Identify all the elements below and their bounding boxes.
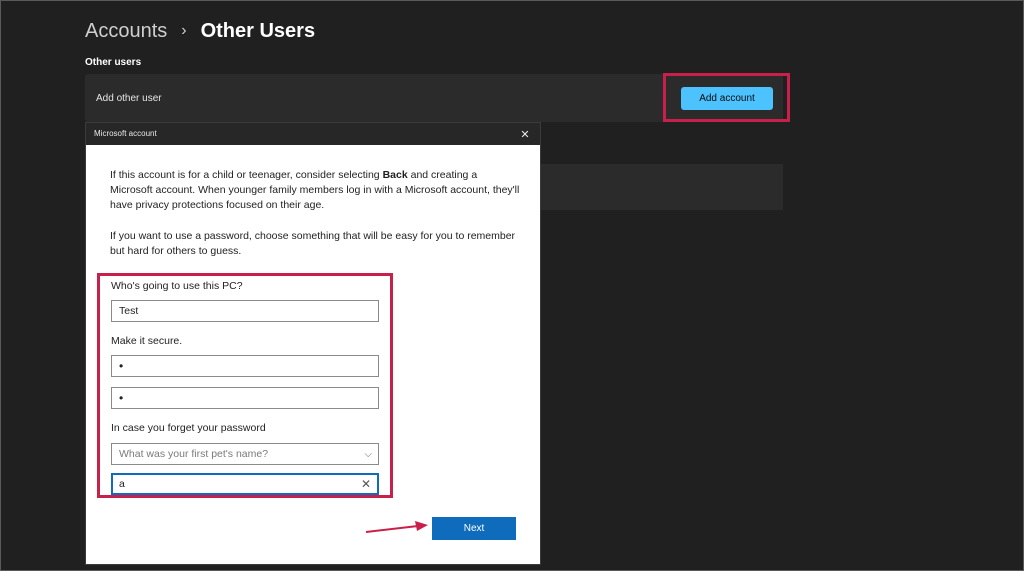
dialog-titlebar: Microsoft account ✕ [86, 123, 540, 145]
settings-card [540, 164, 783, 210]
microsoft-account-dialog: Microsoft account ✕ If this account is f… [85, 122, 541, 565]
chevron-down-icon: ⌵ [364, 448, 372, 460]
confirm-password-input[interactable]: • [111, 387, 379, 409]
security-answer-value: a [119, 478, 125, 490]
security-question-select[interactable]: What was your first pet's name? ⌵ [111, 443, 379, 465]
user-name-input[interactable]: Test [111, 300, 379, 322]
password-input[interactable]: • [111, 355, 379, 377]
clear-icon[interactable]: ✕ [361, 477, 371, 491]
add-account-highlight [663, 73, 790, 122]
child-account-notice: If this account is for a child or teenag… [110, 168, 522, 213]
user-name-label: Who's going to use this PC? [111, 280, 243, 292]
notice-text-start: If this account is for a child or teenag… [110, 169, 383, 181]
password-advice: If you want to use a password, choose so… [110, 230, 516, 257]
close-icon[interactable]: ✕ [516, 126, 534, 142]
security-question-label: In case you forget your password [111, 422, 266, 434]
next-button[interactable]: Next [432, 517, 516, 540]
security-question-placeholder: What was your first pet's name? [119, 448, 269, 460]
security-answer-input[interactable]: a ✕ [111, 473, 379, 495]
add-other-user-label: Add other user [96, 93, 162, 104]
section-title: Other users [85, 57, 142, 68]
arrow-icon [365, 521, 428, 533]
breadcrumb-accounts[interactable]: Accounts [85, 20, 167, 43]
breadcrumb: Accounts › Other Users [85, 17, 315, 45]
make-secure-label: Make it secure. [111, 335, 183, 347]
page-title: Other Users [200, 19, 316, 42]
chevron-right-icon: › [181, 22, 187, 39]
dialog-title: Microsoft account [94, 129, 157, 138]
back-emphasis: Back [382, 169, 408, 181]
